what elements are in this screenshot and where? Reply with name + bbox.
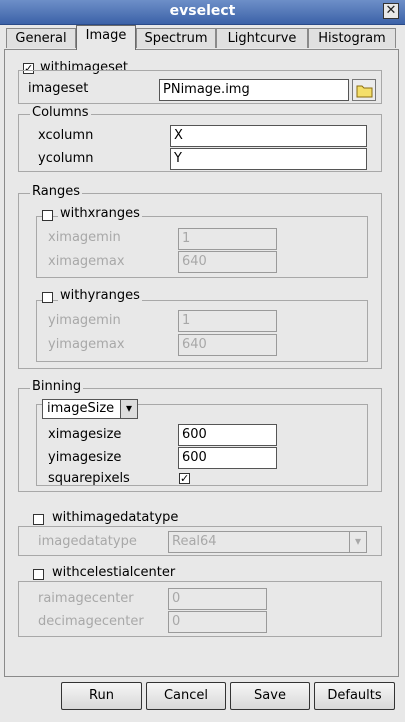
yimagesize-label: yimagesize (48, 450, 122, 465)
ximagesize-input[interactable]: 600 (178, 424, 277, 446)
ximagemax-input[interactable]: 640 (178, 251, 277, 273)
binning-mode-select[interactable]: imageSize ▾ (42, 399, 138, 419)
yimagemin-label: yimagemin (48, 313, 121, 328)
withyranges-checkbox[interactable] (42, 292, 53, 303)
squarepixels-label: squarepixels (48, 471, 130, 486)
window-title: evselect (169, 3, 236, 19)
imagedatatype-select[interactable]: Real64 ▾ (168, 531, 367, 553)
ycolumn-input[interactable]: Y (170, 148, 367, 170)
cancel-button[interactable]: Cancel (146, 682, 226, 710)
binning-mode-value: imageSize (47, 401, 115, 416)
ycolumn-label: ycolumn (38, 151, 94, 166)
browse-imageset-button[interactable] (352, 79, 376, 101)
ximagesize-label: ximagesize (48, 427, 122, 442)
withyranges-label: withyranges (58, 288, 142, 303)
imageset-label: imageset (28, 81, 89, 96)
columns-legend: Columns (30, 105, 91, 120)
tab-image[interactable]: Image (76, 25, 136, 50)
tab-lightcurve[interactable]: Lightcurve (216, 28, 308, 48)
withxranges-label: withxranges (58, 206, 142, 221)
yimagemax-input[interactable]: 640 (178, 334, 277, 356)
check-icon: ✓ (180, 472, 190, 485)
defaults-button[interactable]: Defaults (314, 682, 395, 710)
ximagemin-input[interactable]: 1 (178, 228, 277, 250)
withcelestialcenter-checkbox[interactable] (33, 569, 44, 580)
run-button[interactable]: Run (61, 682, 142, 710)
xcolumn-input[interactable]: X (170, 125, 367, 147)
ranges-legend: Ranges (30, 184, 82, 199)
decimagecenter-input[interactable]: 0 (168, 611, 267, 633)
withimagedatatype-label: withimagedatatype (50, 510, 181, 525)
chevron-down-icon: ▾ (349, 532, 366, 552)
imagedatatype-label: imagedatatype (38, 534, 137, 549)
squarepixels-checkbox[interactable]: ✓ (179, 473, 190, 484)
withcelestialcenter-label: withcelestialcenter (50, 565, 178, 580)
folder-icon (356, 85, 373, 98)
tab-general[interactable]: General (6, 28, 76, 48)
decimagecenter-label: decimagecenter (38, 614, 144, 629)
yimagemax-label: yimagemax (48, 337, 125, 352)
ximagemax-label: ximagemax (48, 254, 125, 269)
yimagesize-input[interactable]: 600 (178, 447, 277, 469)
save-button[interactable]: Save (230, 682, 310, 710)
close-button[interactable]: ✕ (383, 3, 399, 19)
withxranges-checkbox[interactable] (42, 210, 53, 221)
binning-legend: Binning (30, 379, 84, 394)
tab-spectrum[interactable]: Spectrum (136, 28, 216, 48)
close-icon: ✕ (385, 3, 397, 18)
imageset-input[interactable]: PNimage.img (159, 79, 349, 101)
ximagemin-label: ximagemin (48, 230, 121, 245)
xcolumn-label: xcolumn (38, 128, 94, 143)
raimagecenter-input[interactable]: 0 (168, 588, 267, 610)
tab-histogram[interactable]: Histogram (308, 28, 396, 48)
withimagedatatype-checkbox[interactable] (33, 514, 44, 525)
raimagecenter-label: raimagecenter (38, 591, 134, 606)
imagedatatype-value: Real64 (172, 534, 217, 549)
yimagemin-input[interactable]: 1 (178, 310, 277, 332)
chevron-down-icon: ▾ (120, 400, 137, 418)
